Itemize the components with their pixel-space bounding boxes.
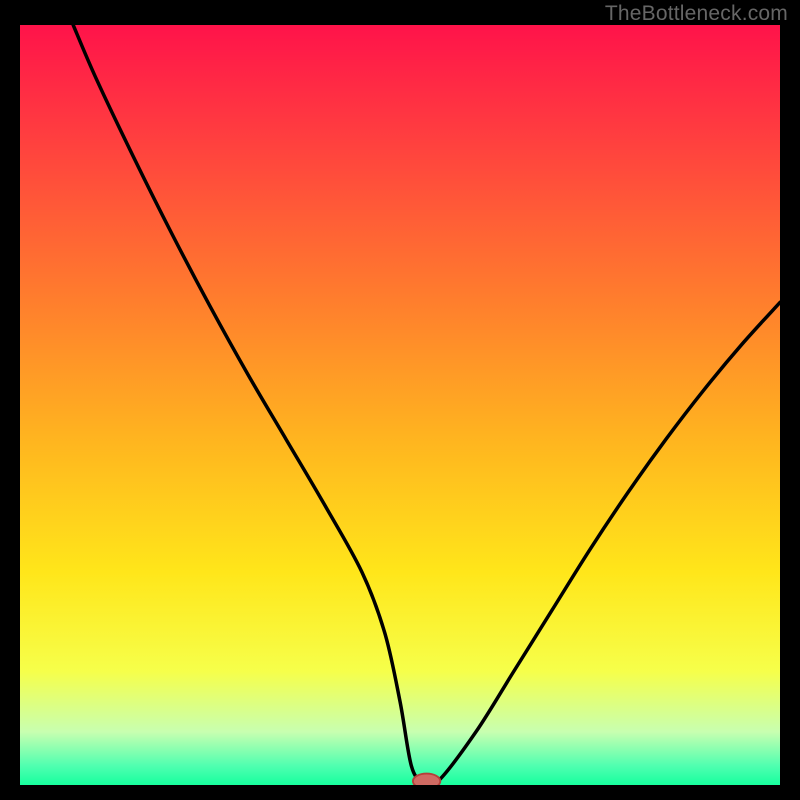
chart-svg bbox=[20, 25, 780, 785]
watermark-text: TheBottleneck.com bbox=[605, 2, 788, 26]
optimum-marker bbox=[413, 774, 440, 785]
chart-frame: TheBottleneck.com bbox=[0, 0, 800, 800]
gradient-rect bbox=[20, 25, 780, 785]
plot-area bbox=[20, 25, 780, 785]
